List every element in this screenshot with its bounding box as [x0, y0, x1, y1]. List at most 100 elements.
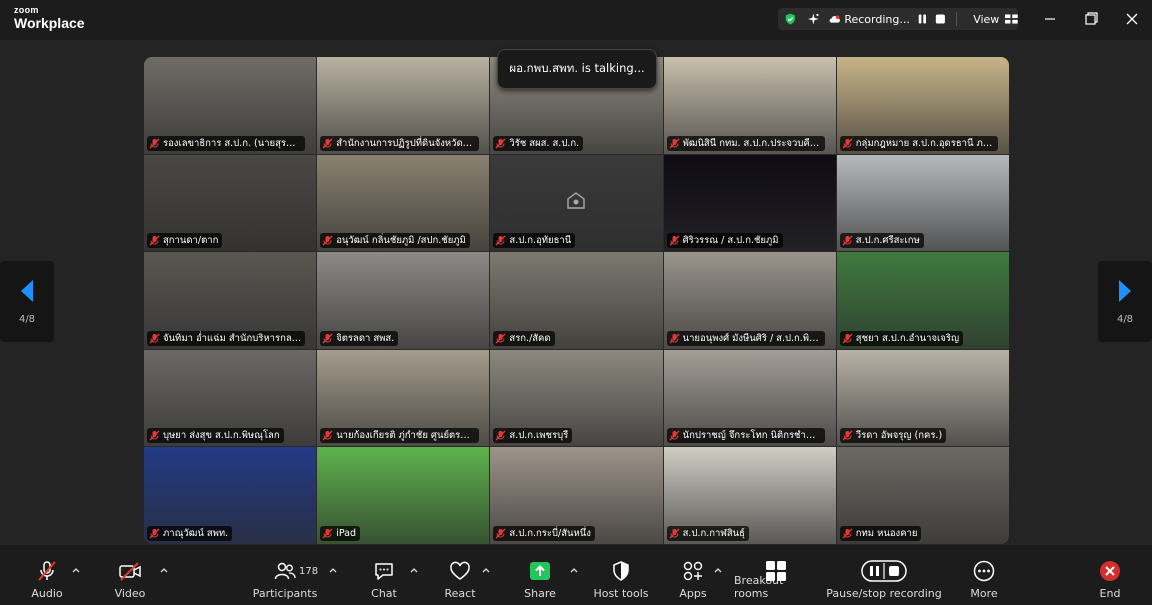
- logo-zoom: zoom: [14, 5, 39, 15]
- participant-name-tag: อนุวัฒน์ กลิ่นชัยภูมิ /สปก.ชัยภูมิ: [320, 233, 470, 249]
- participant-video-tile[interactable]: ส.ป.ก.ศรีสะเกษ: [836, 154, 1009, 252]
- end-meeting-button[interactable]: End: [1088, 545, 1132, 605]
- participant-video-tile[interactable]: สรก./สัคด: [490, 252, 663, 349]
- participants-options-chevron-icon[interactable]: [329, 567, 337, 573]
- participant-name: สรก./สัคด: [509, 332, 551, 344]
- participant-name: จันทิมา อ่ำแฉ่ม สำนักบริหารกลาง: [163, 332, 302, 344]
- participant-name-tag: จิตรลดา สพส.: [320, 330, 399, 346]
- encryption-shield-icon[interactable]: [784, 12, 797, 26]
- muted-microphone-icon: [322, 430, 333, 441]
- participant-video-tile[interactable]: ศิริวรรณ / ส.ป.ก.ชัยภูมิ: [663, 154, 836, 252]
- participant-video-tile[interactable]: บุษยา ส่งสุข ส.ป.ก.พิษณุโลก: [144, 349, 317, 447]
- chat-options-chevron-icon[interactable]: [410, 567, 418, 573]
- more-button[interactable]: More: [962, 545, 1006, 605]
- video-options-chevron-icon[interactable]: [160, 567, 168, 573]
- end-label: End: [1099, 587, 1121, 600]
- next-page-button[interactable]: 4/8: [1098, 261, 1152, 342]
- participant-name: ศิริวรรณ / ส.ป.ก.ชัยภูมิ: [682, 235, 779, 247]
- muted-microphone-icon: [842, 235, 853, 246]
- participant-video-tile[interactable]: ส.ป.ก.เพชรบุรี: [490, 349, 663, 447]
- participant-name: นักปราชญ์ จึกระโทก นิติกรชำนา...: [682, 430, 822, 442]
- audio-label: Audio: [31, 587, 63, 600]
- host-tools-button[interactable]: Host tools: [592, 545, 650, 605]
- participant-name-tag: บุษยา ส่งสุข ส.ป.ก.พิษณุโลก: [147, 428, 284, 444]
- participant-name: กลุ่มกฎหมาย ส.ป.ก.อุดรธานี ภาค...: [855, 137, 995, 149]
- participants-label: Participants: [252, 587, 318, 600]
- more-label: More: [970, 587, 998, 600]
- participants-icon: [274, 562, 296, 580]
- breakout-rooms-button[interactable]: Breakout rooms: [734, 545, 818, 605]
- participant-name: ส.ป.ก.กระบี่/สันหนึ่ง: [509, 527, 591, 539]
- view-button[interactable]: View: [973, 13, 999, 26]
- muted-microphone-icon: [495, 430, 506, 441]
- logo-workplace: Workplace: [14, 15, 85, 31]
- view-grid-icon[interactable]: [1005, 14, 1019, 24]
- participant-video-tile[interactable]: วีรดา อัพจรุญ (กคร.): [836, 349, 1009, 447]
- participant-name-tag: ส.ป.ก.กระบี่/สันหนึ่ง: [493, 525, 595, 541]
- participant-video-tile[interactable]: นายก้องเกียรติ ภู่กำชัย ศูนย์ตรวจ...: [317, 349, 490, 447]
- muted-microphone-icon: [842, 333, 853, 344]
- participant-video-tile[interactable]: นายอนุพงศ์ มังษีนศิริ / ส.ป.ก.พิษ...: [663, 252, 836, 349]
- participant-video-tile[interactable]: กลุ่มกฎหมาย ส.ป.ก.อุดรธานี ภาค...: [836, 57, 1009, 154]
- participant-video-tile[interactable]: ส.ป.ก.กระบี่/สันหนึ่ง: [490, 447, 663, 544]
- participant-video-tile[interactable]: iPad: [317, 447, 490, 544]
- participant-video-tile[interactable]: จันทิมา อ่ำแฉ่ม สำนักบริหารกลาง: [144, 252, 317, 349]
- react-button[interactable]: React: [438, 545, 482, 605]
- participant-name-tag: สุกานดา/ตาก: [147, 233, 223, 249]
- camera-off-placeholder-icon: [565, 190, 587, 216]
- react-label: React: [444, 587, 476, 600]
- participant-video-tile[interactable]: อนุวัฒน์ กลิ่นชัยภูมิ /สปก.ชัยภูมิ: [317, 154, 490, 252]
- share-options-chevron-icon[interactable]: [570, 567, 578, 573]
- participants-count: 178: [299, 566, 319, 577]
- participant-name-tag: สุชยา ส.ป.ก.อำนาจเจริญ: [839, 330, 964, 346]
- apps-icon: [683, 561, 703, 581]
- apps-button[interactable]: Apps: [671, 545, 715, 605]
- close-icon[interactable]: [1122, 10, 1142, 28]
- page-indicator-right: 4/8: [1116, 314, 1134, 325]
- previous-page-button[interactable]: 4/8: [0, 261, 54, 342]
- participant-video-tile[interactable]: รองเลขาธิการ ส.ป.ก. (นายสุรชัย ยุทธ...: [144, 57, 317, 154]
- pause-recording-icon[interactable]: [916, 12, 929, 26]
- app-logo: zoom Workplace: [14, 5, 85, 31]
- participant-name: อนุวัฒน์ กลิ่นชัยภูมิ /สปก.ชัยภูมิ: [336, 235, 466, 247]
- apps-options-chevron-icon[interactable]: [714, 567, 722, 573]
- participant-name: กทม หนองคาย: [855, 527, 918, 539]
- participant-video-tile[interactable]: ส.ป.ก.อุทัยธานี: [490, 154, 663, 252]
- restore-icon[interactable]: [1081, 10, 1101, 28]
- participant-video-tile[interactable]: ภาณุวัฒน์ สพท.: [144, 447, 317, 544]
- participant-name: ส.ป.ก.เพชรบุรี: [509, 430, 569, 442]
- muted-microphone-icon: [149, 138, 160, 149]
- participant-name: สำนักงานการปฏิรูปที่ดินจังหวัดแพร่: [336, 137, 475, 149]
- participant-video-tile[interactable]: นักปราชญ์ จึกระโทก นิติกรชำนา...: [663, 349, 836, 447]
- participant-video-tile[interactable]: กทม หนองคาย: [836, 447, 1009, 544]
- participant-video-tile[interactable]: พัฒนิสินี กทม. ส.ป.ก.ประจวบคีรีขัน...: [663, 57, 836, 154]
- share-button[interactable]: Share: [518, 545, 562, 605]
- minimize-icon[interactable]: [1040, 10, 1060, 28]
- video-button[interactable]: Video: [105, 545, 155, 605]
- audio-options-chevron-icon[interactable]: [72, 567, 80, 573]
- react-options-chevron-icon[interactable]: [482, 567, 490, 573]
- stop-recording-icon[interactable]: [934, 12, 947, 26]
- cloud-recording-icon: [830, 15, 841, 23]
- audio-button[interactable]: Audio: [22, 545, 72, 605]
- chat-label: Chat: [371, 587, 397, 600]
- participant-name-tag: นักปราชญ์ จึกระโทก นิติกรชำนา...: [666, 428, 826, 444]
- participant-video-tile[interactable]: สำนักงานการปฏิรูปที่ดินจังหวัดแพร่: [317, 57, 490, 154]
- participant-video-tile[interactable]: สุชยา ส.ป.ก.อำนาจเจริญ: [836, 252, 1009, 349]
- ai-companion-icon[interactable]: [807, 12, 820, 26]
- chat-button[interactable]: Chat: [362, 545, 406, 605]
- chevron-right-icon: [1119, 280, 1131, 302]
- more-options-icon: [973, 560, 995, 582]
- participant-video-tile[interactable]: สุกานดา/ตาก: [144, 154, 317, 252]
- page-indicator-left: 4/8: [18, 314, 36, 325]
- participant-name-tag: สรก./สัคด: [493, 330, 555, 346]
- participant-video-tile[interactable]: จิตรลดา สพส.: [317, 252, 490, 349]
- host-tools-label: Host tools: [593, 587, 649, 600]
- divider: [956, 12, 958, 26]
- end-meeting-icon: [1100, 561, 1120, 581]
- participant-name-tag: สำนักงานการปฏิรูปที่ดินจังหวัดแพร่: [320, 135, 479, 151]
- pause-stop-recording-button[interactable]: Pause/stop recording: [826, 545, 942, 605]
- participant-name-tag: ภาณุวัฒน์ สพท.: [147, 525, 233, 541]
- participant-video-tile[interactable]: ส.ป.ก.กาฬสินธุ์: [663, 447, 836, 544]
- muted-microphone-icon: [38, 561, 56, 581]
